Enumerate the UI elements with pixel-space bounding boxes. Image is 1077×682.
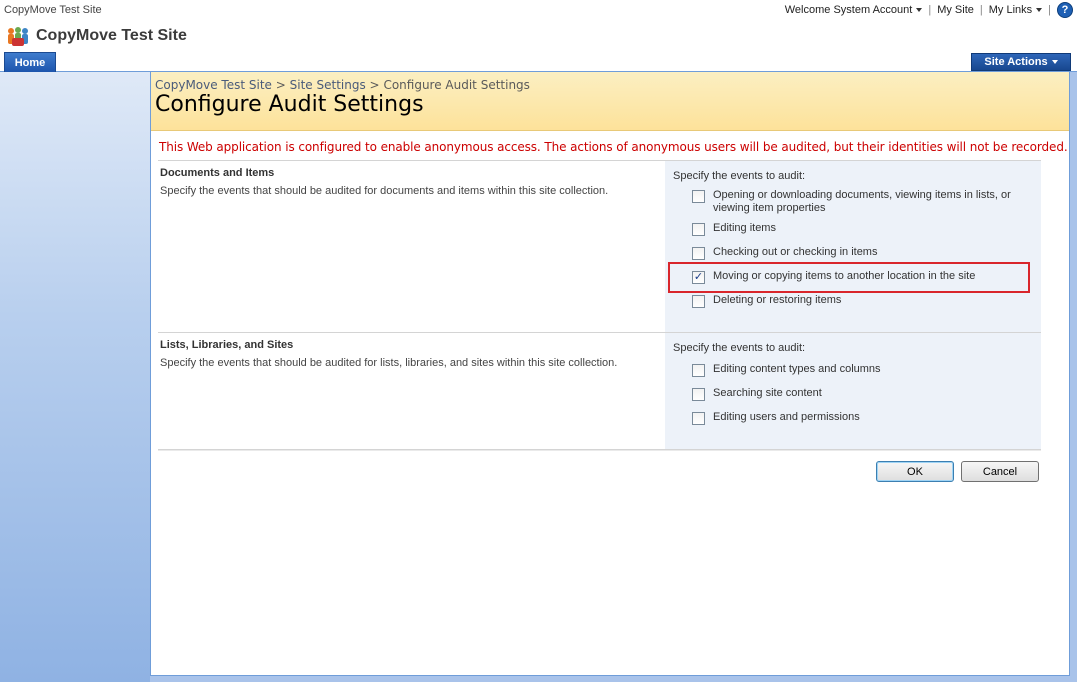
options-label: Specify the events to audit: (673, 170, 806, 182)
anonymous-access-warning: This Web application is configured to en… (159, 140, 1068, 154)
breadcrumb-separator: > (369, 78, 380, 92)
option-editing-users-permissions[interactable]: Editing users and permissions (692, 411, 860, 425)
breadcrumb-site[interactable]: CopyMove Test Site (155, 78, 272, 92)
section-lists-libraries-sites: Lists, Libraries, and Sites Specify the … (158, 332, 1041, 449)
help-icon[interactable]: ? (1057, 2, 1073, 18)
checkbox[interactable] (692, 247, 705, 260)
tab-home[interactable]: Home (4, 52, 56, 72)
option-label: Editing content types and columns (713, 363, 881, 375)
option-checking-out-in[interactable]: Checking out or checking in items (692, 246, 877, 260)
section-info: Documents and Items Specify the events t… (158, 161, 665, 332)
global-bar: CopyMove Test Site Welcome System Accoun… (0, 0, 1077, 22)
site-actions-menu[interactable]: Site Actions (971, 53, 1071, 71)
global-links: Welcome System Account | My Site | My Li… (785, 2, 1073, 18)
option-searching-site-content[interactable]: Searching site content (692, 387, 822, 401)
ok-button[interactable]: OK (876, 461, 954, 482)
chevron-down-icon (1051, 60, 1058, 64)
bottom-border (150, 676, 1077, 682)
section-options: Specify the events to audit: Opening or … (665, 161, 1041, 332)
section-heading: Lists, Libraries, and Sites (160, 339, 294, 351)
breadcrumb-current: Configure Audit Settings (383, 78, 530, 92)
separator: | (979, 4, 983, 16)
main-content: CopyMove Test Site > Site Settings > Con… (150, 72, 1070, 676)
checkbox-checked[interactable]: ✓ (692, 271, 705, 284)
section-description: Specify the events that should be audite… (160, 185, 609, 197)
option-editing-content-types[interactable]: Editing content types and columns (692, 363, 881, 377)
chevron-down-icon (916, 8, 923, 13)
option-label: Searching site content (713, 387, 822, 399)
form-divider (158, 449, 1041, 451)
welcome-label: Welcome System Account (784, 4, 913, 16)
my-site-link[interactable]: My Site (937, 4, 974, 16)
chevron-down-icon (1036, 8, 1043, 13)
left-nav (0, 72, 150, 682)
sharepoint-people-icon (8, 27, 28, 46)
option-label: Checking out or checking in items (713, 246, 878, 258)
site-actions-label: Site Actions (984, 56, 1048, 68)
option-editing-items[interactable]: Editing items (692, 222, 776, 236)
checkbox[interactable] (692, 295, 705, 308)
option-deleting-restoring[interactable]: Deleting or restoring items (692, 294, 841, 308)
checkbox[interactable] (692, 223, 705, 236)
page-title: Configure Audit Settings (155, 92, 424, 117)
separator: | (928, 4, 932, 16)
site-title[interactable]: CopyMove Test Site (36, 27, 187, 45)
option-moving-copying[interactable]: ✓ Moving or copying items to another loc… (692, 270, 975, 284)
checkbox[interactable] (692, 364, 705, 377)
checkbox[interactable] (692, 190, 705, 203)
option-label: Opening or downloading documents, viewin… (713, 189, 1011, 214)
breadcrumb-site-settings[interactable]: Site Settings (290, 78, 366, 92)
option-label: Editing items (713, 222, 776, 234)
top-nav: Home Site Actions (0, 52, 1077, 72)
section-documents-items: Documents and Items Specify the events t… (158, 160, 1041, 332)
option-label: Moving or copying items to another locat… (713, 270, 976, 282)
options-label: Specify the events to audit: (673, 342, 806, 354)
section-description: Specify the events that should be audite… (160, 357, 618, 369)
breadcrumb: CopyMove Test Site > Site Settings > Con… (155, 78, 530, 92)
section-info: Lists, Libraries, and Sites Specify the … (158, 333, 665, 449)
breadcrumb-separator: > (275, 78, 286, 92)
checkbox[interactable] (692, 388, 705, 401)
option-opening-downloading[interactable]: Opening or downloading documents, viewin… (692, 189, 1011, 215)
section-heading: Documents and Items (160, 167, 275, 179)
option-label: Editing users and permissions (713, 411, 860, 423)
separator: | (1048, 4, 1051, 16)
right-border (1070, 72, 1077, 682)
checkbox[interactable] (692, 412, 705, 425)
cancel-button[interactable]: Cancel (961, 461, 1039, 482)
my-links-label: My Links (988, 4, 1033, 16)
global-site-link[interactable]: CopyMove Test Site (4, 4, 102, 16)
title-row: CopyMove Test Site (0, 22, 1077, 52)
page-header: CopyMove Test Site > Site Settings > Con… (151, 72, 1069, 131)
welcome-menu[interactable]: Welcome System Account (785, 4, 923, 16)
option-label: Deleting or restoring items (713, 294, 842, 306)
my-links-menu[interactable]: My Links (988, 4, 1043, 16)
section-options: Specify the events to audit: Editing con… (665, 333, 1041, 449)
